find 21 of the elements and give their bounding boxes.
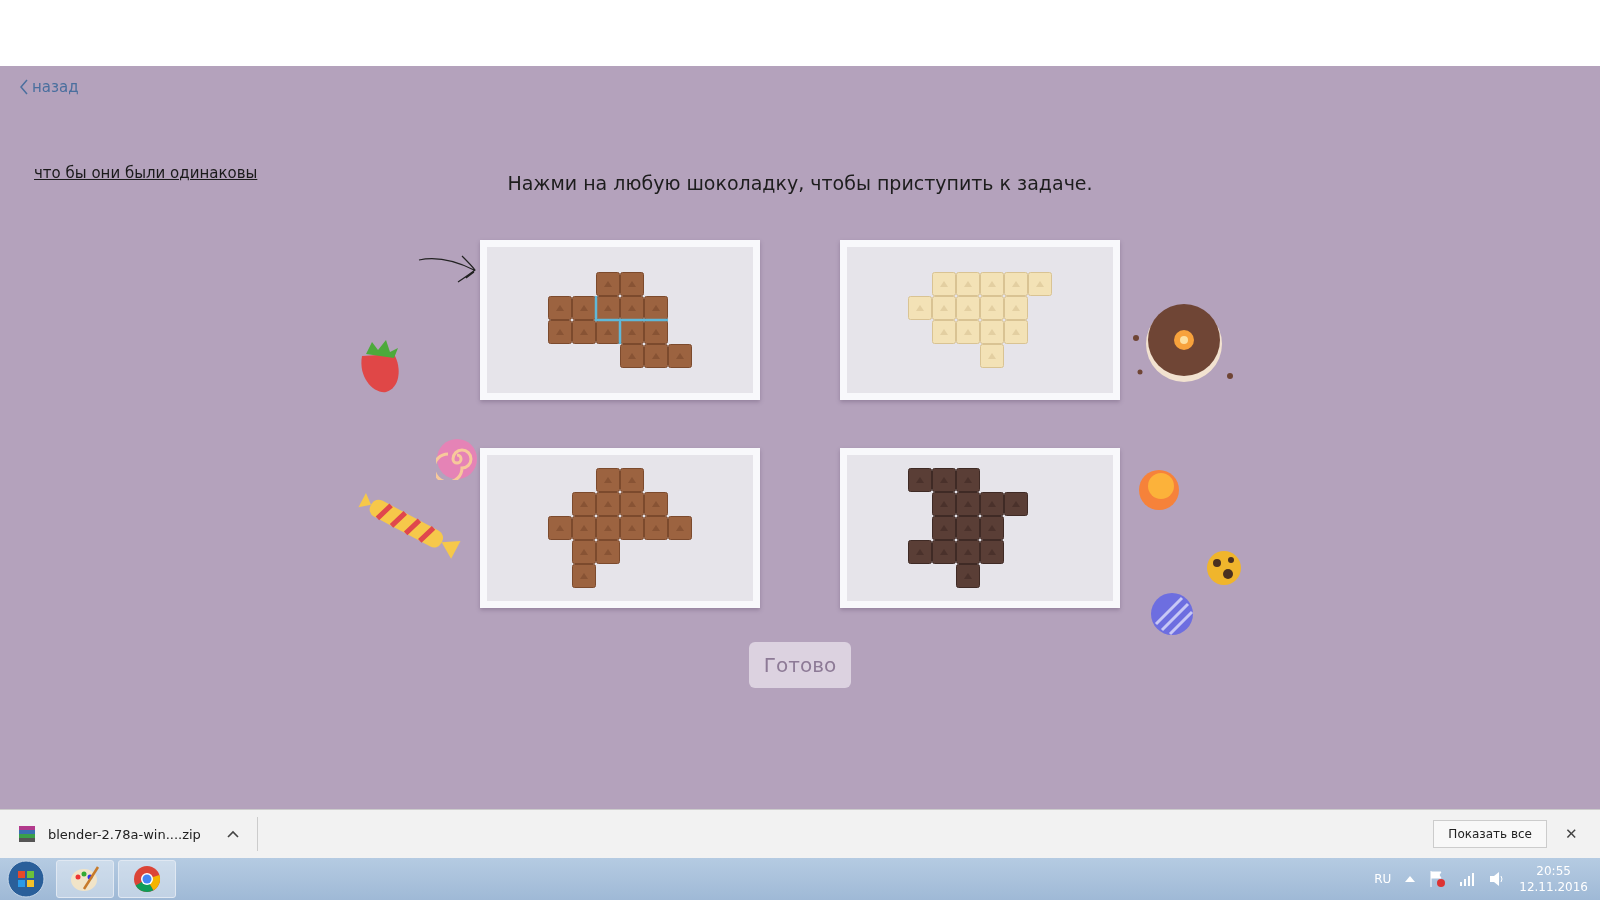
chocolate-card[interactable]	[840, 448, 1120, 608]
round-candy-drawing	[1138, 469, 1180, 511]
palette-icon	[70, 865, 100, 893]
instruction-text: Нажми на любую шоколадку, чтобы приступить к задаче.	[507, 172, 1093, 194]
close-button[interactable]: ✕	[1561, 825, 1582, 843]
caret-icon[interactable]	[226, 830, 239, 838]
browser-icon	[133, 865, 161, 893]
show-all-button[interactable]: Показать все	[1433, 820, 1547, 848]
archive-icon	[18, 825, 36, 843]
striped-candy-drawing	[1150, 592, 1194, 636]
start-button[interactable]	[6, 859, 46, 899]
cookie-drawing	[1206, 550, 1242, 586]
chevron-left-icon	[20, 79, 28, 95]
lollipop-drawing	[436, 438, 478, 480]
chocolate-card[interactable]	[480, 448, 760, 608]
download-filename[interactable]: blender-2.78a-win....zip	[48, 826, 201, 842]
taskbar-app-button[interactable]	[118, 860, 176, 898]
chocolate-card[interactable]	[480, 240, 760, 400]
hint-link[interactable]: что бы они были одинаковы	[34, 164, 258, 182]
taskbar-app-button[interactable]	[56, 860, 114, 898]
flag-icon[interactable]	[1429, 870, 1446, 888]
